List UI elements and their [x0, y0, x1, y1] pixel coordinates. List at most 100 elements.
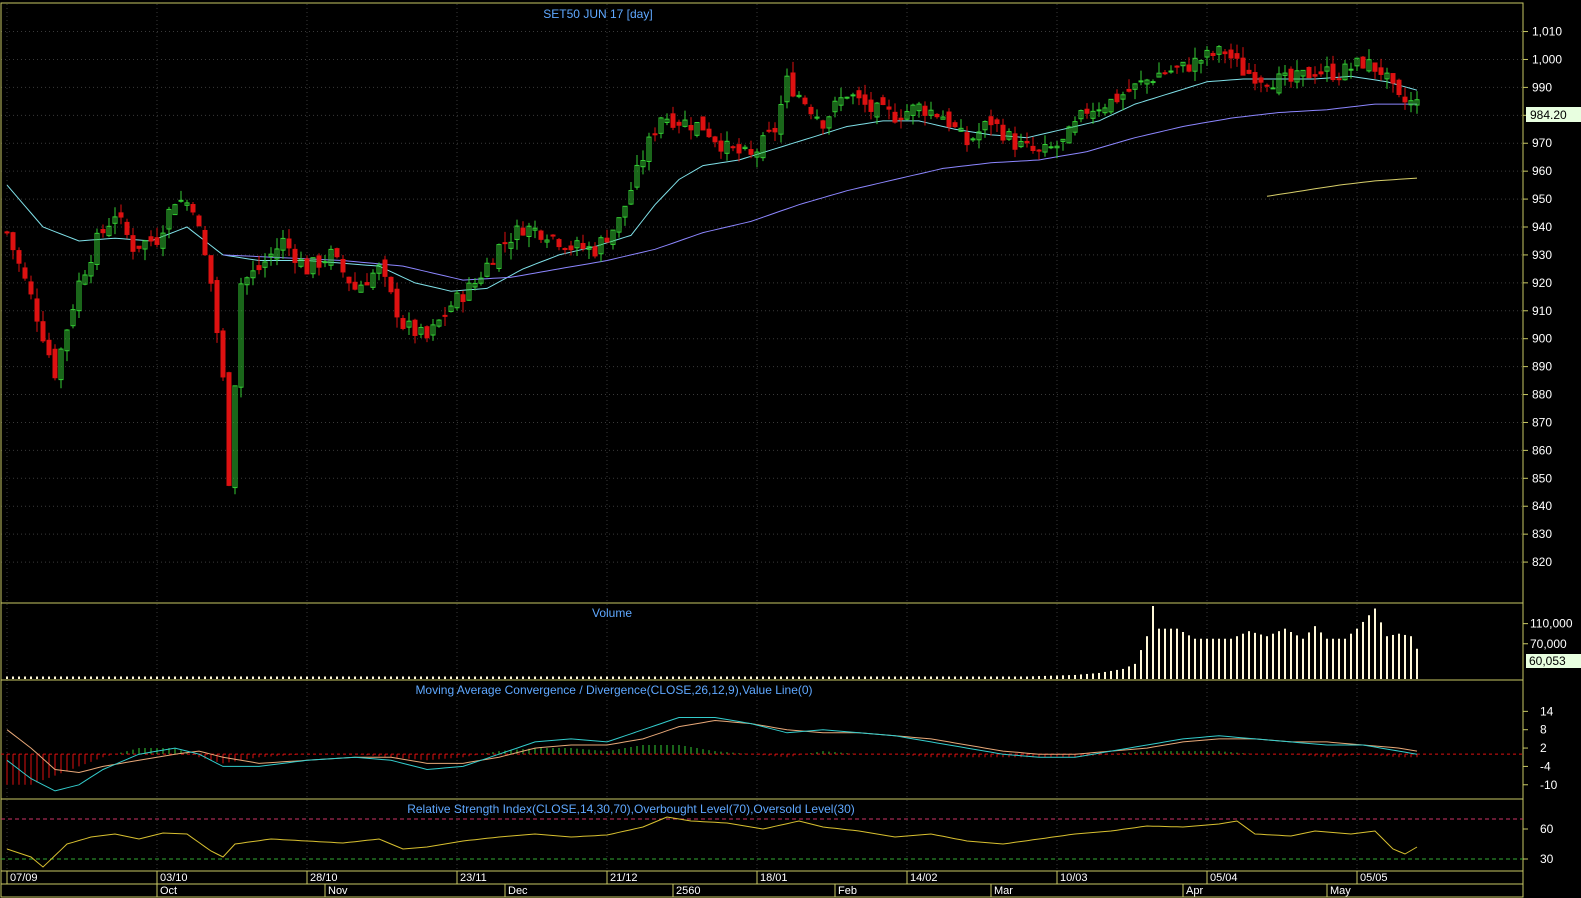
- candle-body: [712, 136, 718, 143]
- price-tick-label: 970: [1532, 136, 1552, 150]
- month-tick-label: Apr: [1186, 885, 1203, 897]
- candle-body: [856, 90, 862, 99]
- candle-body: [490, 262, 496, 265]
- candle-body: [718, 140, 724, 152]
- candle-body: [1264, 84, 1270, 87]
- candle-body: [580, 242, 586, 250]
- price-tick-label: 910: [1532, 304, 1552, 318]
- candle-body: [394, 288, 400, 318]
- candle-body: [1168, 70, 1174, 73]
- candle-body: [1210, 52, 1216, 57]
- candle-body: [802, 97, 808, 105]
- candle-body: [988, 116, 994, 126]
- candle-body: [1240, 57, 1246, 76]
- candle-body: [1396, 79, 1402, 95]
- candle-body: [226, 372, 232, 486]
- candle-body: [868, 99, 874, 112]
- price-tick-label: 820: [1532, 555, 1552, 569]
- candle-body: [946, 111, 952, 128]
- candle-body: [922, 105, 928, 116]
- month-tick-label: Mar: [994, 885, 1013, 897]
- candle-body: [154, 237, 160, 245]
- candle-body: [292, 248, 298, 263]
- candle-body: [178, 199, 184, 202]
- candle-body: [424, 326, 430, 339]
- candle-body: [214, 280, 220, 334]
- price-tick-label: 840: [1532, 499, 1552, 513]
- candle-body: [316, 255, 322, 268]
- price-tick-label: 830: [1532, 527, 1552, 541]
- candle-body: [352, 281, 358, 290]
- candle-body: [1330, 63, 1336, 81]
- candle-body: [1084, 108, 1090, 114]
- candle-body: [676, 121, 682, 126]
- price-tick-label: 950: [1532, 192, 1552, 206]
- volume-tick-label: 110,000: [1530, 617, 1573, 631]
- date-tick-label: 21/12: [610, 872, 638, 884]
- candle-body: [442, 314, 448, 317]
- date-tick-label: 05/04: [1210, 872, 1238, 884]
- price-tick-label: 870: [1532, 415, 1552, 429]
- candle-body: [1114, 93, 1120, 103]
- candle-body: [28, 281, 34, 295]
- candle-body: [736, 144, 742, 154]
- candle-body: [118, 212, 124, 218]
- price-tick-label: 920: [1532, 276, 1552, 290]
- candle-body: [1222, 51, 1228, 55]
- price-tick-label: 1,000: [1532, 52, 1562, 66]
- volume-title: Volume: [592, 606, 632, 620]
- candle-body: [1252, 72, 1258, 84]
- candle-body: [850, 94, 856, 97]
- candle-body: [604, 237, 610, 243]
- candle-body: [208, 255, 214, 284]
- candle-body: [994, 119, 1000, 125]
- price-tick-label: 890: [1532, 360, 1552, 374]
- date-tick-label: 03/10: [160, 872, 188, 884]
- volume-tag: 60,053: [1529, 654, 1566, 668]
- rsi-tick-label: 30: [1540, 852, 1554, 866]
- candle-body: [652, 133, 658, 136]
- candle-body: [1270, 87, 1276, 90]
- candle-body: [520, 227, 526, 236]
- candle-body: [772, 127, 778, 133]
- candle-body: [808, 106, 814, 115]
- date-tick-label: 10/03: [1060, 872, 1088, 884]
- candle-body: [202, 229, 208, 256]
- candle-body: [412, 319, 418, 336]
- price-chart-title: SET50 JUN 17 [day]: [543, 7, 652, 21]
- candle-body: [460, 294, 466, 303]
- candle-body: [322, 261, 328, 264]
- candle-body: [964, 132, 970, 146]
- candle-body: [400, 318, 406, 329]
- price-tick-label: 940: [1532, 220, 1552, 234]
- candle-body: [22, 267, 28, 279]
- date-tick-label: 05/05: [1360, 872, 1388, 884]
- candle-body: [1312, 74, 1318, 77]
- candle-body: [502, 242, 508, 245]
- price-tick-label: 1,010: [1532, 25, 1562, 39]
- candle-body: [1336, 78, 1342, 81]
- candle-body: [1126, 88, 1132, 92]
- candle-body: [52, 348, 58, 379]
- candle-body: [382, 259, 388, 277]
- date-tick-label: 23/11: [460, 872, 487, 884]
- candle-body: [766, 129, 772, 132]
- price-tick-label: 990: [1532, 80, 1552, 94]
- month-tick-label: Nov: [328, 885, 348, 897]
- candle-body: [1048, 146, 1054, 149]
- macd-tick-label: 8: [1540, 723, 1547, 737]
- price-tick-label: 850: [1532, 471, 1552, 485]
- candle-body: [730, 146, 736, 149]
- candle-body: [1228, 49, 1234, 59]
- candle-body: [10, 232, 16, 251]
- date-tick-label: 14/02: [910, 872, 938, 884]
- candle-body: [538, 230, 544, 240]
- month-tick-label: May: [1330, 885, 1351, 897]
- volume-tick-label: 70,000: [1530, 637, 1567, 651]
- candle-body: [1150, 81, 1156, 84]
- price-tick-label: 930: [1532, 248, 1552, 262]
- candle-body: [1306, 67, 1312, 79]
- candle-body: [1030, 145, 1036, 151]
- candle-body: [1348, 68, 1354, 71]
- candle-body: [196, 215, 202, 227]
